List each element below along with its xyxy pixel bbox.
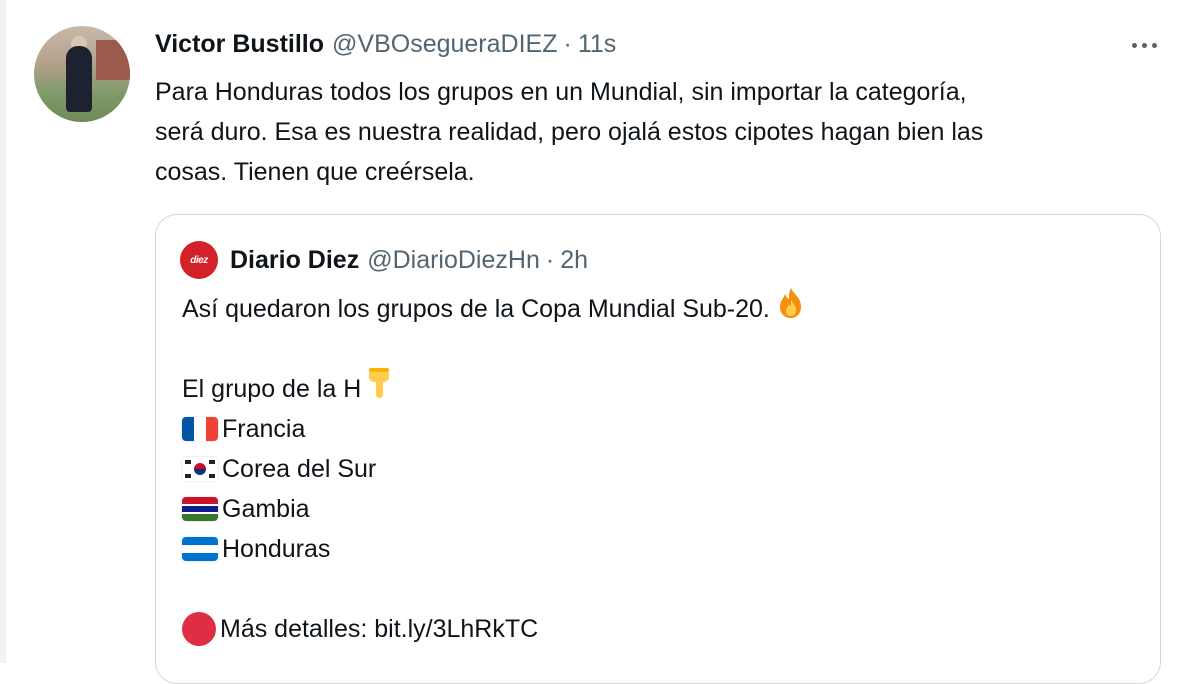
- quoted-intro-text: Así quedaron los grupos de la Copa Mundi…: [182, 295, 770, 323]
- more-options-icon: [1131, 42, 1137, 48]
- avatar-figure: [66, 46, 92, 112]
- quoted-line-details: Más detalles: bit.ly/3LhRkTC: [182, 609, 1142, 649]
- fire-emoji-icon: [774, 286, 808, 332]
- author-name[interactable]: Victor Bustillo: [155, 30, 324, 59]
- quoted-header-separator: ·: [545, 245, 555, 274]
- gambia-flag-icon: [182, 497, 218, 521]
- quoted-author-avatar[interactable]: diez: [180, 241, 218, 279]
- france-flag-icon: [182, 417, 218, 441]
- team-row: Gambia: [182, 489, 1142, 529]
- team-name: Gambia: [222, 495, 310, 523]
- quoted-author-handle: @DiarioDiezHn: [367, 245, 540, 274]
- tweet-text: Para Honduras todos los grupos en un Mun…: [155, 78, 984, 186]
- tweet-header: Victor Bustillo @VBOsegueraDIEZ · 11s: [155, 30, 616, 62]
- team-row: Honduras: [182, 529, 1142, 569]
- header-separator: ·: [563, 30, 572, 58]
- group-label: El grupo de la H: [182, 375, 362, 403]
- point-down-emoji-icon: [365, 366, 395, 412]
- quoted-line-group: El grupo de la H: [182, 366, 1142, 412]
- team-row: Corea del Sur: [182, 449, 1142, 489]
- tweet-card[interactable]: Victor Bustillo @VBOsegueraDIEZ · 11s Pa…: [0, 0, 1200, 684]
- quoted-line-intro: Así quedaron los grupos de la Copa Mundi…: [182, 286, 1142, 332]
- tweet-timestamp[interactable]: 11s: [578, 30, 616, 59]
- team-name: Corea del Sur: [222, 455, 377, 483]
- honduras-flag-icon: [182, 537, 218, 561]
- more-options-icon: [1141, 42, 1147, 48]
- author-handle[interactable]: @VBOsegueraDIEZ: [332, 30, 557, 59]
- south-korea-flag-icon: [182, 457, 218, 481]
- more-options-icon: [1151, 42, 1157, 48]
- team-row: Francia: [182, 409, 1142, 449]
- details-link[interactable]: Más detalles: bit.ly/3LhRkTC: [220, 609, 538, 649]
- team-name: Honduras: [222, 535, 331, 563]
- more-options-button[interactable]: [1126, 34, 1162, 56]
- quoted-tweet-header: diez Diario Diez @DiarioDiezHn · 2h: [180, 241, 588, 279]
- quoted-tweet-text: Así quedaron los grupos de la Copa Mundi…: [182, 286, 1142, 649]
- quoted-author-name: Diario Diez: [230, 245, 360, 274]
- red-circle-emoji-icon: [182, 612, 216, 646]
- quoted-timestamp: 2h: [560, 245, 588, 274]
- avatar-background: [96, 40, 130, 80]
- quoted-tweet[interactable]: diez Diario Diez @DiarioDiezHn · 2h Así …: [155, 214, 1161, 684]
- team-name: Francia: [222, 415, 306, 443]
- author-avatar[interactable]: [34, 26, 130, 122]
